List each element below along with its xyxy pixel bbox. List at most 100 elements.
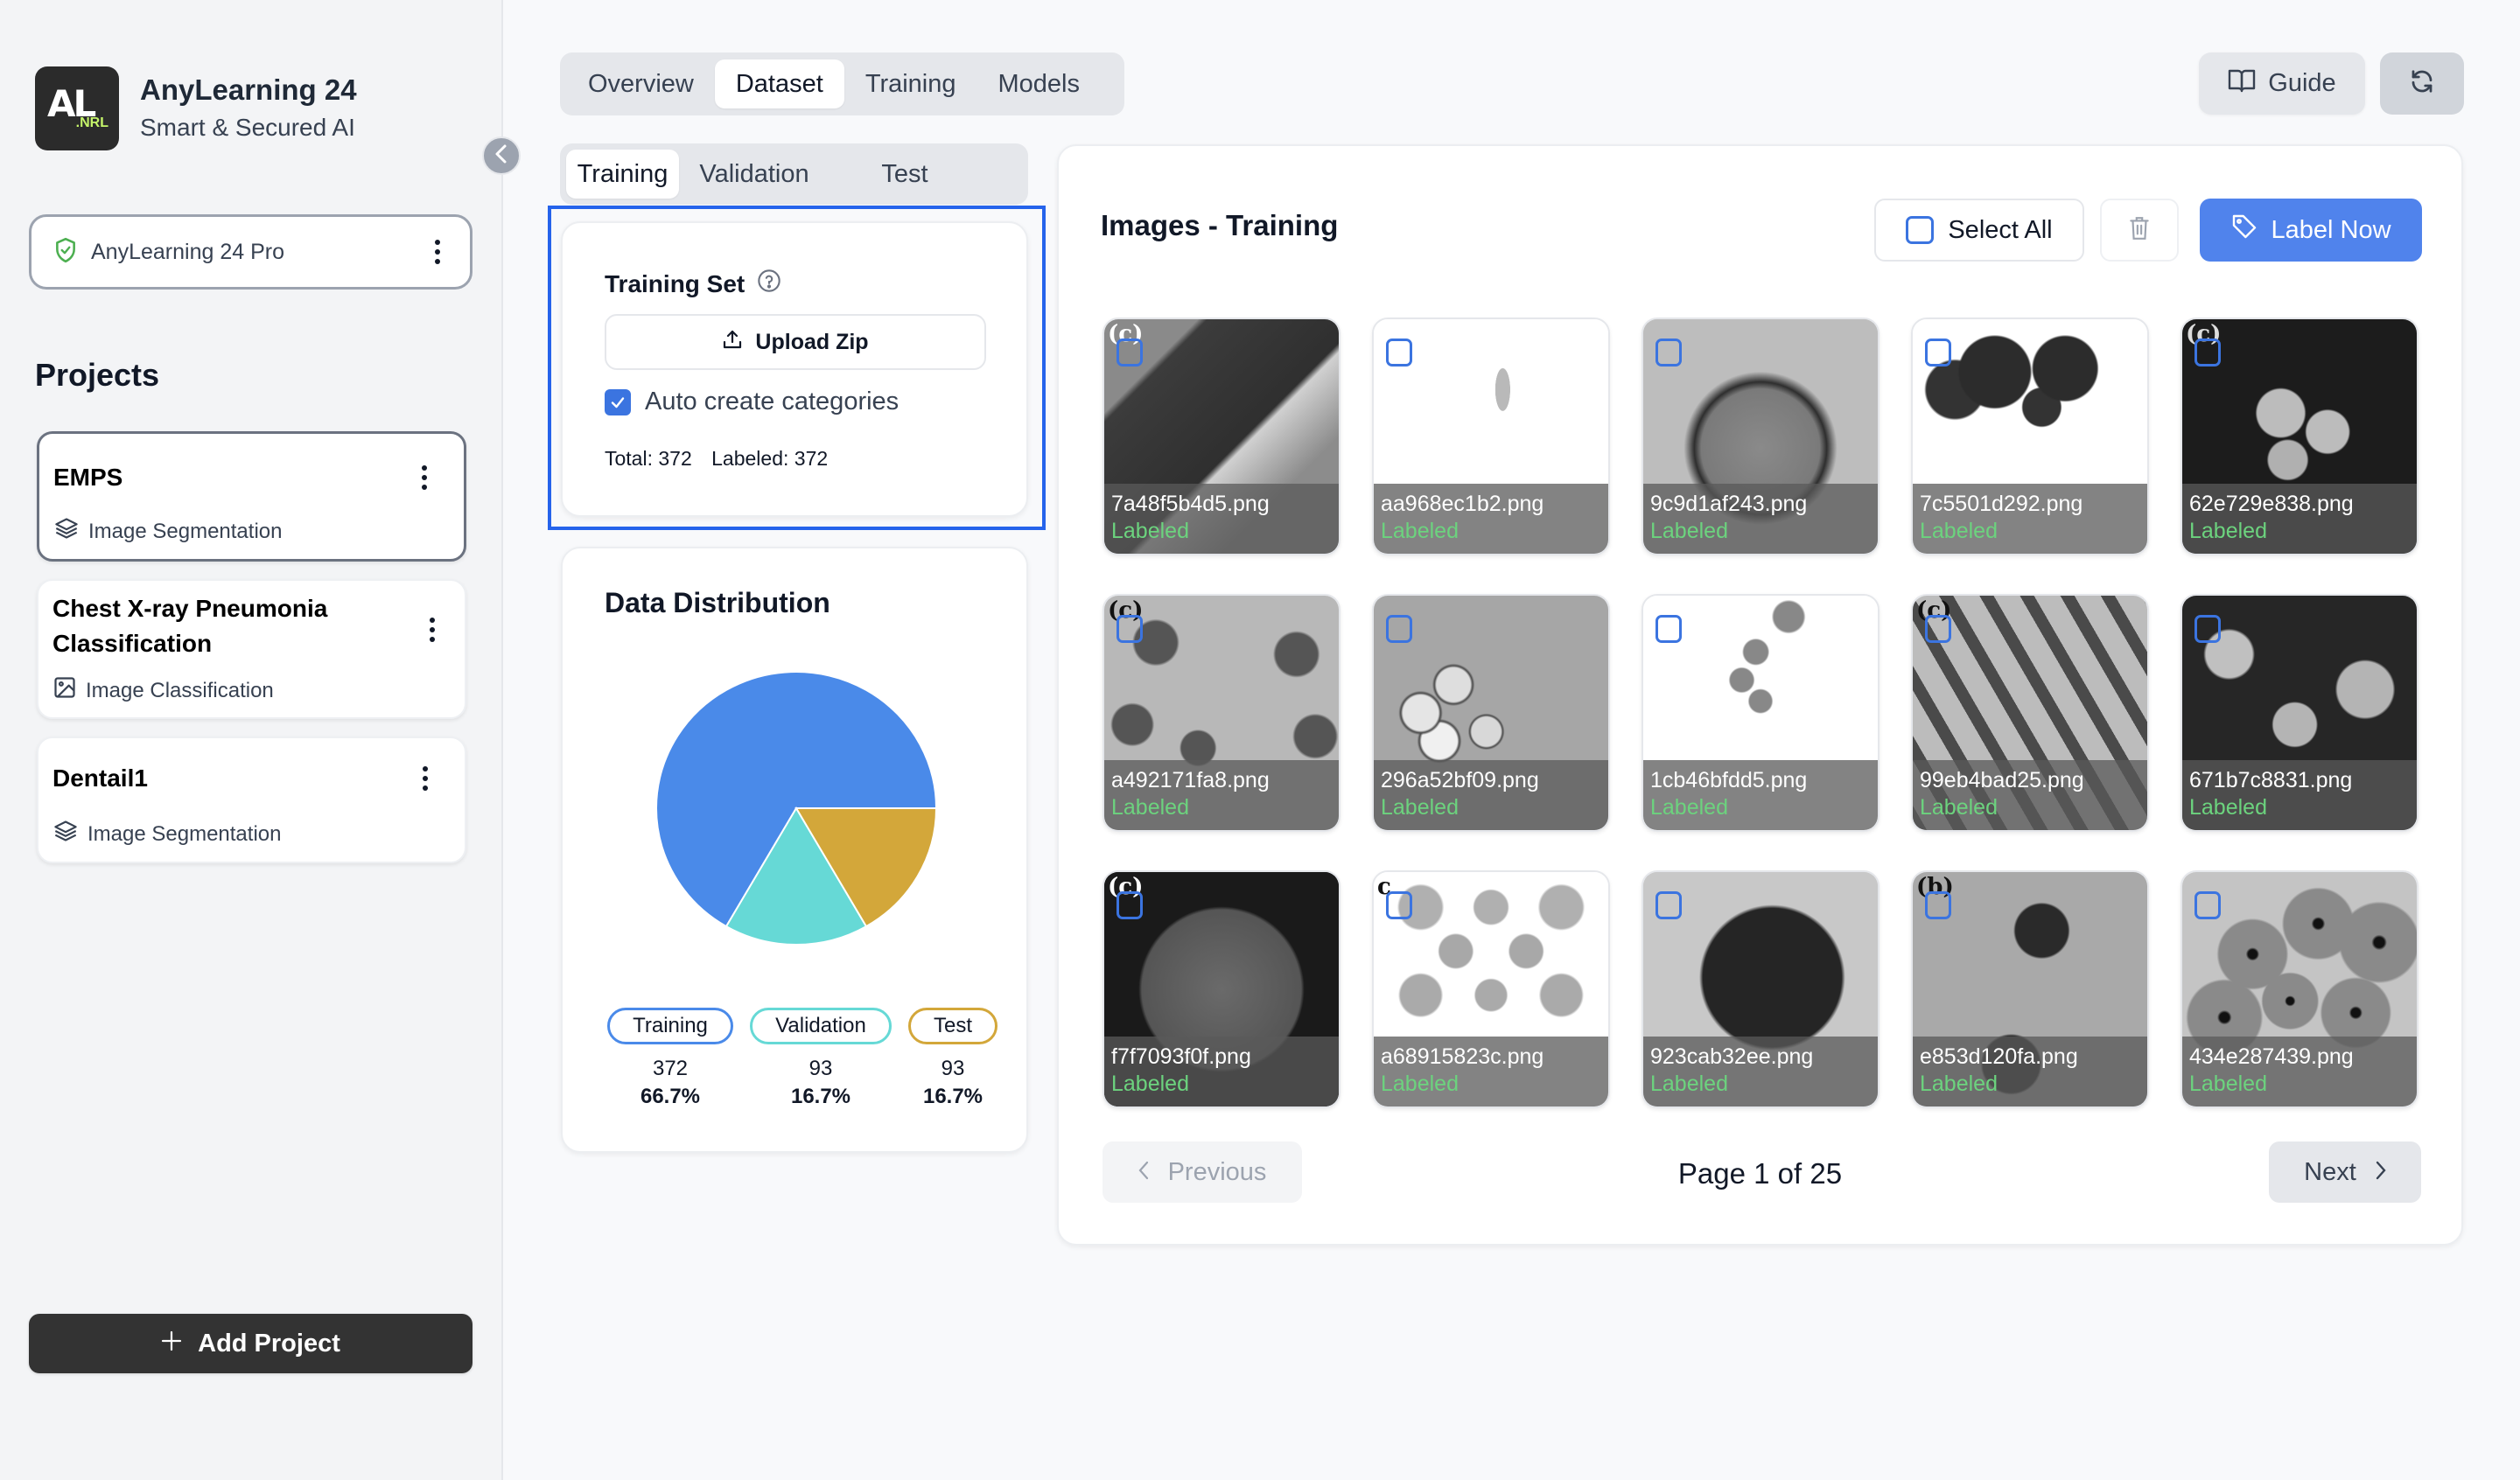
image-status: Labeled: [1381, 795, 1459, 820]
image-filename: e853d120fa.png: [1920, 1044, 2078, 1069]
image-select-checkbox[interactable]: [1925, 891, 1951, 919]
select-all-button[interactable]: Select All: [1874, 199, 2084, 262]
next-page-button[interactable]: Next: [2269, 1141, 2421, 1203]
shield-check-icon: [54, 237, 77, 268]
image-select-checkbox[interactable]: [1925, 339, 1951, 367]
tab-split-training[interactable]: Training: [566, 150, 679, 199]
delete-button[interactable]: [2100, 199, 2179, 262]
training-set-card: Training Set Upload Zip Auto create cate…: [561, 221, 1028, 517]
project-type-label: Image Segmentation: [88, 519, 283, 543]
image-tile[interactable]: c a68915823c.png Labeled: [1372, 870, 1610, 1108]
image-tile[interactable]: 671b7c8831.png Labeled: [2180, 594, 2418, 832]
image-select-checkbox[interactable]: [1116, 891, 1143, 919]
refresh-icon: [2409, 68, 2435, 99]
tab-training[interactable]: Training: [844, 59, 977, 108]
image-tile[interactable]: 923cab32ee.png Labeled: [1642, 870, 1880, 1108]
image-status: Labeled: [1650, 519, 1728, 543]
project-card-chest-xray[interactable]: Chest X-ray Pneumonia Classification Ima…: [37, 579, 466, 719]
image-tile[interactable]: (c) a492171fa8.png Labeled: [1102, 594, 1340, 832]
image-select-checkbox[interactable]: [1116, 339, 1143, 367]
checkbox-empty-icon[interactable]: [1906, 216, 1935, 244]
image-tile[interactable]: 296a52bf09.png Labeled: [1372, 594, 1610, 832]
training-counts: Total: 372 Labeled: 372: [605, 447, 828, 471]
legend-percent-training: 66.7%: [640, 1085, 701, 1108]
help-icon[interactable]: [757, 269, 781, 299]
license-card[interactable]: AnyLearning 24 Pro: [29, 214, 472, 290]
collapse-sidebar-button[interactable]: [482, 136, 521, 175]
image-tile[interactable]: 434e287439.png Labeled: [2180, 870, 2418, 1108]
image-grid: (c) 7a48f5b4d5.png Labeled a aa968ec1b2.png L…: [1102, 318, 2418, 1108]
image-tile[interactable]: (c) 7a48f5b4d5.png Labeled: [1102, 318, 1340, 555]
image-tile[interactable]: (d) 1cb46bfdd5.png Labeled: [1642, 594, 1880, 832]
image-caption: 671b7c8831.png Labeled: [2182, 760, 2417, 830]
project-menu-button[interactable]: [412, 761, 438, 796]
image-caption: 99eb4bad25.png Labeled: [1913, 760, 2147, 830]
app-title: AnyLearning 24: [140, 73, 357, 106]
sidebar: AL .NRL AnyLearning 24 Smart & Secured A…: [0, 0, 503, 1480]
legend-item-validation: Validation 93 16.7%: [750, 1008, 892, 1109]
image-select-checkbox[interactable]: [1386, 615, 1412, 643]
labeled-count: Labeled: 372: [711, 447, 829, 470]
tab-overview[interactable]: Overview: [567, 59, 715, 108]
project-type: Image Classification: [52, 675, 274, 706]
image-tile[interactable]: 9c9d1af243.png Labeled: [1642, 318, 1880, 555]
legend-count-test: 93: [941, 1057, 965, 1080]
tab-split-validation[interactable]: Validation: [679, 150, 830, 199]
add-project-button[interactable]: Add Project: [29, 1314, 472, 1373]
project-card-dentail1[interactable]: Dentail1 Image Segmentation: [37, 737, 466, 863]
checkbox-checked-icon[interactable]: [605, 388, 631, 415]
auto-create-categories-checkbox[interactable]: Auto create categories: [605, 387, 899, 416]
image-caption: 9c9d1af243.png Labeled: [1643, 484, 1878, 554]
upload-zip-button[interactable]: Upload Zip: [605, 314, 986, 370]
image-select-checkbox[interactable]: [1656, 339, 1682, 367]
refresh-button[interactable]: [2380, 52, 2464, 115]
distribution-legend: Training 372 66.7% Validation 93 16.7% T…: [606, 1008, 998, 1109]
image-select-checkbox[interactable]: [2194, 339, 2221, 367]
project-menu-button[interactable]: [419, 612, 445, 647]
image-tile[interactable]: (c) 99eb4bad25.png Labeled: [1911, 594, 2149, 832]
guide-button[interactable]: Guide: [2199, 52, 2365, 115]
tag-icon: [2230, 213, 2258, 248]
image-filename: 923cab32ee.png: [1650, 1044, 1814, 1069]
image-tile[interactable]: (b) e853d120fa.png Labeled: [1911, 870, 2149, 1108]
image-select-checkbox[interactable]: [1656, 615, 1682, 643]
image-status: Labeled: [1920, 1072, 1998, 1096]
image-caption: e853d120fa.png Labeled: [1913, 1037, 2147, 1107]
tab-models[interactable]: Models: [977, 59, 1102, 108]
image-tile[interactable]: a aa968ec1b2.png Labeled: [1372, 318, 1610, 555]
image-select-checkbox[interactable]: [1386, 891, 1412, 919]
image-select-checkbox[interactable]: [1116, 615, 1143, 643]
book-open-icon: [2228, 68, 2256, 100]
tab-split-test[interactable]: Test: [830, 150, 980, 199]
image-status: Labeled: [1111, 1072, 1189, 1096]
image-filename: a492171fa8.png: [1111, 768, 1270, 792]
plus-icon: [161, 1330, 182, 1358]
image-select-checkbox[interactable]: [1386, 339, 1412, 367]
tab-dataset[interactable]: Dataset: [714, 59, 844, 108]
image-select-checkbox[interactable]: [1656, 891, 1682, 919]
image-filename: a68915823c.png: [1381, 1044, 1544, 1069]
image-tile[interactable]: (c) f7f7093f0f.png Labeled: [1102, 870, 1340, 1108]
guide-label: Guide: [2268, 69, 2336, 97]
previous-page-button[interactable]: Previous: [1102, 1141, 1302, 1203]
legend-pill-validation[interactable]: Validation: [750, 1008, 892, 1044]
image-select-checkbox[interactable]: [2194, 891, 2221, 919]
label-now-button[interactable]: Label Now: [2200, 199, 2422, 262]
project-menu-button[interactable]: [411, 460, 438, 495]
license-menu-button[interactable]: [424, 234, 451, 269]
legend-pill-test[interactable]: Test: [907, 1008, 998, 1044]
image-select-checkbox[interactable]: [2194, 615, 2221, 643]
image-caption: 296a52bf09.png Labeled: [1374, 760, 1608, 830]
project-card-emps[interactable]: EMPS Image Segmentation: [37, 431, 466, 562]
legend-percent-test: 16.7%: [922, 1085, 984, 1108]
image-tile[interactable]: B 7c5501d292.png Labeled: [1911, 318, 2149, 555]
image-tile[interactable]: (c) 62e729e838.png Labeled: [2180, 318, 2418, 555]
legend-pill-training[interactable]: Training: [607, 1008, 733, 1044]
image-status: Labeled: [1111, 795, 1189, 820]
image-filename: f7f7093f0f.png: [1111, 1044, 1251, 1069]
add-project-label: Add Project: [198, 1329, 340, 1358]
image-filename: 9c9d1af243.png: [1650, 492, 1808, 516]
image-select-checkbox[interactable]: [1925, 615, 1951, 643]
trash-icon: [2128, 215, 2151, 246]
previous-label: Previous: [1167, 1157, 1267, 1186]
